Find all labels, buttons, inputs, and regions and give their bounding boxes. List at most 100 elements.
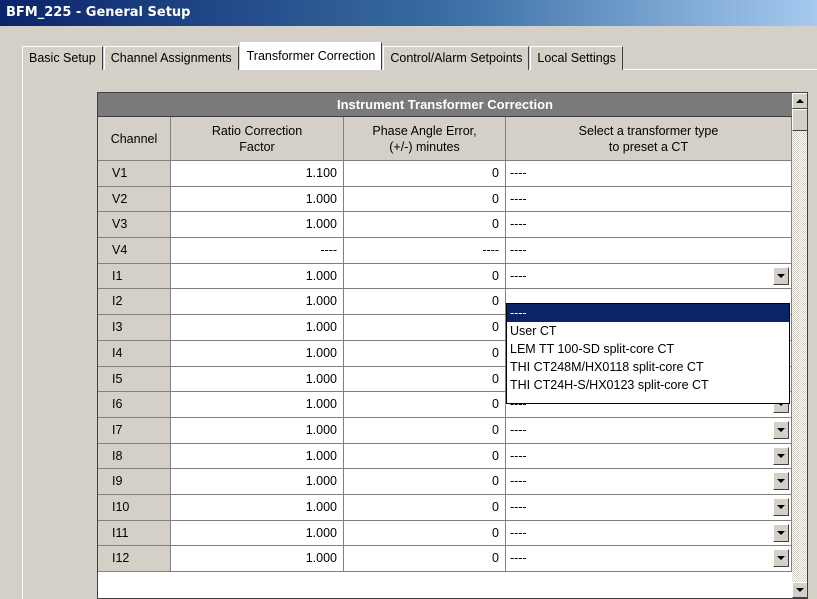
phase-angle-cell[interactable]: ---- — [344, 238, 506, 264]
channel-cell-text: V4 — [112, 243, 128, 258]
transformer-type-cell[interactable]: ---- — [506, 238, 792, 264]
ratio-correction-cell-text: ---- — [320, 243, 337, 258]
chevron-down-icon[interactable] — [773, 472, 789, 491]
dropdown-option[interactable]: LEM TT 100-SD split-core CT — [507, 340, 789, 358]
ratio-correction-cell[interactable]: 1.000 — [171, 417, 344, 444]
phase-angle-cell[interactable]: 0 — [344, 340, 506, 367]
phase-angle-cell[interactable]: 0 — [344, 161, 506, 187]
transformer-type-cell-text: ---- — [510, 166, 527, 180]
phase-angle-cell[interactable]: 0 — [344, 366, 506, 393]
ratio-correction-cell[interactable]: 1.000 — [171, 443, 344, 470]
chevron-down-icon[interactable] — [773, 549, 789, 568]
transformer-type-cell[interactable]: ---- — [506, 469, 792, 495]
transformer-type-cell-text: ---- — [510, 191, 527, 206]
transformer-type-cell[interactable]: ---- — [506, 546, 792, 572]
phase-angle-cell-text: 0 — [492, 345, 499, 360]
channel-cell: I4 — [98, 340, 171, 367]
dropdown-option[interactable]: THI CT248M/HX0118 split-core CT — [507, 358, 789, 376]
transformer-type-cell[interactable]: ---- — [506, 212, 792, 239]
transformer-type-cell-text: ---- — [510, 268, 527, 283]
ratio-correction-cell[interactable]: 1.100 — [171, 161, 344, 187]
chevron-down-icon[interactable] — [773, 497, 789, 516]
channel-cell-text: I3 — [112, 320, 123, 335]
tab-strip: Basic Setup Channel Assignments Transfor… — [22, 42, 624, 70]
transformer-type-cell-text: ---- — [510, 243, 527, 258]
channel-cell: I8 — [98, 443, 171, 470]
table-row: I9 1.000 0 ---- — [98, 469, 792, 495]
ratio-correction-cell[interactable]: 1.000 — [171, 546, 344, 572]
tab-basic-setup[interactable]: Basic Setup — [22, 46, 103, 70]
transformer-type-cell[interactable]: ---- — [506, 161, 792, 187]
phase-angle-cell[interactable]: 0 — [344, 520, 506, 547]
ratio-correction-cell-text: 1.000 — [305, 294, 337, 309]
phase-angle-cell[interactable]: 0 — [344, 494, 506, 521]
ratio-correction-cell[interactable]: 1.000 — [171, 186, 344, 213]
channel-cell-text: V1 — [112, 166, 128, 180]
phase-angle-cell-text: 0 — [492, 320, 499, 335]
tab-local-settings[interactable]: Local Settings — [530, 46, 623, 70]
header-channel: Channel — [98, 117, 171, 161]
table-row: I1 1.000 0 ---- — [98, 263, 792, 290]
chevron-down-icon[interactable] — [773, 523, 789, 542]
phase-angle-cell[interactable]: 0 — [344, 443, 506, 470]
dropdown-option[interactable]: User CT — [507, 322, 789, 340]
channel-cell-text: I9 — [112, 474, 123, 489]
phase-angle-cell-text: 0 — [492, 448, 499, 463]
ratio-correction-cell[interactable]: 1.000 — [171, 366, 344, 393]
ratio-correction-cell[interactable]: 1.000 — [171, 494, 344, 521]
dropdown-option[interactable]: THI CT24H-S/HX0123 split-core CT — [507, 376, 789, 394]
transformer-type-cell[interactable]: ---- — [506, 186, 792, 213]
phase-angle-cell[interactable]: 0 — [344, 212, 506, 239]
vertical-scrollbar[interactable] — [792, 93, 807, 598]
transformer-type-dropdown-list[interactable]: ---- User CT LEM TT 100-SD split-core CT TH… — [506, 303, 790, 404]
chevron-down-icon[interactable] — [773, 420, 789, 439]
phase-angle-cell[interactable]: 0 — [344, 263, 506, 290]
ratio-correction-cell-text: 1.000 — [305, 268, 337, 283]
ratio-correction-cell[interactable]: 1.000 — [171, 212, 344, 239]
ratio-correction-cell[interactable]: 1.000 — [171, 289, 344, 316]
ratio-correction-cell[interactable]: 1.000 — [171, 469, 344, 495]
scroll-down-arrow-icon[interactable] — [792, 582, 807, 598]
ratio-correction-cell-text: 1.100 — [305, 166, 337, 180]
phase-angle-cell[interactable]: 0 — [344, 546, 506, 572]
transformer-type-cell-text: ---- — [510, 422, 527, 437]
chevron-down-icon[interactable] — [773, 266, 789, 285]
phase-angle-cell[interactable]: 0 — [344, 186, 506, 213]
ratio-correction-cell[interactable]: 1.000 — [171, 392, 344, 418]
transformer-type-cell[interactable]: ---- — [506, 263, 792, 290]
tab-transformer-correction[interactable]: Transformer Correction — [239, 42, 383, 70]
table-row: I11 1.000 0 ---- — [98, 520, 792, 547]
channel-cell: V3 — [98, 212, 171, 239]
chevron-down-icon[interactable] — [773, 446, 789, 465]
channel-cell-text: V3 — [112, 217, 128, 232]
ratio-correction-cell[interactable]: 1.000 — [171, 263, 344, 290]
channel-cell: I12 — [98, 546, 171, 572]
transformer-type-cell[interactable]: ---- — [506, 417, 792, 444]
ratio-correction-cell-text: 1.000 — [305, 448, 337, 463]
channel-cell-text: I12 — [112, 551, 130, 566]
transformer-type-cell-text: ---- — [510, 525, 527, 540]
ratio-correction-cell[interactable]: 1.000 — [171, 520, 344, 547]
tab-control-alarm-setpoints[interactable]: Control/Alarm Setpoints — [383, 46, 530, 70]
transformer-type-cell[interactable]: ---- — [506, 520, 792, 547]
scroll-up-arrow-icon[interactable] — [792, 93, 807, 109]
dropdown-option[interactable]: ---- — [507, 304, 789, 322]
tab-channel-assignments[interactable]: Channel Assignments — [103, 46, 239, 70]
scroll-thumb[interactable] — [792, 109, 807, 131]
phase-angle-cell[interactable]: 0 — [344, 417, 506, 444]
channel-cell: V2 — [98, 186, 171, 213]
phase-angle-cell[interactable]: 0 — [344, 289, 506, 316]
channel-cell: I10 — [98, 494, 171, 521]
table-row: V4 ---- ---- ---- — [98, 238, 792, 264]
window-title: BFM_225 - General Setup — [0, 0, 817, 26]
transformer-type-cell[interactable]: ---- — [506, 494, 792, 521]
transformer-type-cell[interactable]: ---- — [506, 443, 792, 470]
ratio-correction-cell[interactable]: 1.000 — [171, 340, 344, 367]
phase-angle-cell[interactable]: 0 — [344, 469, 506, 495]
phase-angle-cell[interactable]: 0 — [344, 315, 506, 341]
channel-cell: V4 — [98, 238, 171, 264]
ratio-correction-cell-text: 1.000 — [305, 217, 337, 232]
ratio-correction-cell[interactable]: ---- — [171, 238, 344, 264]
phase-angle-cell[interactable]: 0 — [344, 392, 506, 418]
ratio-correction-cell[interactable]: 1.000 — [171, 315, 344, 341]
